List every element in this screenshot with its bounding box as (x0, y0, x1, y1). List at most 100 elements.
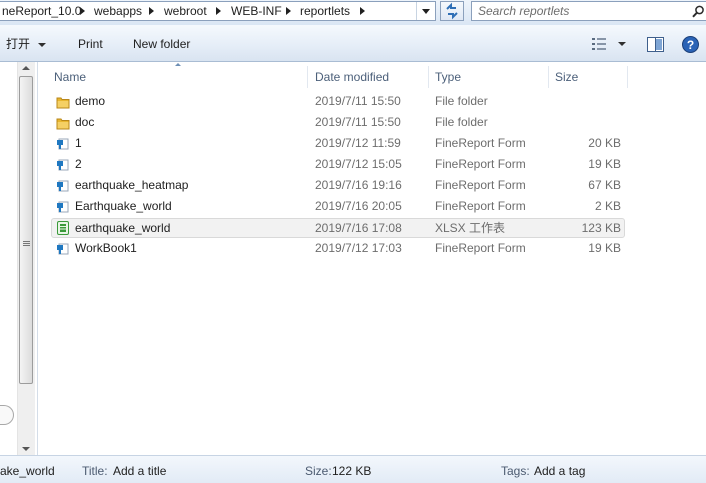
column-divider[interactable] (428, 66, 429, 88)
list-item[interactable]: Earthquake_world 2019/7/16 20:05 FineRep… (51, 197, 625, 217)
scroll-down-icon[interactable] (22, 447, 30, 451)
xlsx-file-icon (57, 221, 69, 235)
finereport-form-icon (57, 180, 69, 192)
file-size: 2 KB (594, 199, 621, 213)
list-item[interactable]: doc 2019/7/11 15:50 File folder (51, 113, 625, 133)
file-list: Name Date modified Type Size demo 2019/7… (38, 62, 706, 455)
breadcrumb[interactable]: neReport_10.0 webapps webroot WEB-INF re… (0, 1, 436, 21)
breadcrumb-item[interactable]: reportlets (300, 4, 350, 19)
file-date: 2019/7/11 15:50 (315, 115, 401, 129)
file-name: WorkBook1 (75, 241, 137, 255)
breadcrumb-item[interactable]: WEB-INF (231, 4, 282, 19)
file-name: doc (75, 115, 95, 129)
column-header-date[interactable]: Date modified (315, 66, 389, 88)
column-header-name[interactable]: Name (54, 66, 86, 88)
search-input[interactable] (478, 4, 678, 18)
list-item[interactable]: 1 2019/7/12 11:59 FineReport Form 20 KB (51, 134, 625, 154)
details-size-value: 122 KB (332, 464, 372, 478)
file-name: demo (75, 94, 106, 108)
file-size: 123 KB (581, 221, 621, 235)
column-header-size[interactable]: Size (555, 66, 578, 88)
breadcrumb-item[interactable]: neReport_10.0 (2, 4, 81, 19)
column-divider[interactable] (548, 66, 549, 88)
sort-ascending-icon (175, 63, 181, 66)
help-icon[interactable]: ? (682, 36, 699, 53)
file-type: File folder (435, 115, 488, 129)
file-size: 19 KB (588, 241, 621, 255)
file-date: 2019/7/12 15:05 (315, 157, 402, 171)
file-date: 2019/7/12 11:59 (315, 136, 401, 150)
file-date: 2019/7/16 17:08 (315, 221, 402, 235)
breadcrumb-chevron-icon[interactable] (360, 7, 365, 15)
refresh-button[interactable] (440, 1, 464, 21)
file-type: FineReport Form (435, 157, 526, 171)
grip-icon (23, 241, 30, 242)
list-item[interactable]: earthquake_heatmap 2019/7/16 19:16 FineR… (51, 176, 625, 196)
preview-pane-icon[interactable] (647, 37, 664, 52)
search-icon[interactable] (692, 5, 705, 18)
file-date: 2019/7/12 17:03 (315, 241, 402, 255)
file-type: FineReport Form (435, 178, 526, 192)
grip-icon (23, 243, 30, 244)
details-pane: ake_world Title: Add a title Size: 122 K… (0, 455, 706, 483)
breadcrumb-item[interactable]: webapps (94, 4, 142, 19)
breadcrumb-chevron-icon[interactable] (80, 7, 85, 15)
file-type: File folder (435, 94, 488, 108)
file-type: FineReport Form (435, 199, 526, 213)
view-dropdown-chevron-icon[interactable] (618, 42, 626, 46)
file-date: 2019/7/16 20:05 (315, 199, 402, 213)
details-size-label: Size: (305, 464, 332, 478)
folder-icon (56, 118, 70, 130)
new-folder-button[interactable]: New folder (133, 37, 190, 52)
details-title-label: Title: (82, 464, 108, 478)
folder-icon (56, 97, 70, 109)
list-item[interactable]: demo 2019/7/11 15:50 File folder (51, 92, 625, 112)
breadcrumb-chevron-icon[interactable] (149, 7, 154, 15)
scroll-up-icon[interactable] (22, 66, 30, 70)
file-type: FineReport Form (435, 241, 526, 255)
file-date: 2019/7/16 19:16 (315, 178, 402, 192)
file-date: 2019/7/11 15:50 (315, 94, 401, 108)
file-name: Earthquake_world (75, 199, 172, 213)
view-options-icon[interactable] (592, 38, 608, 50)
navigation-scrollbar[interactable] (17, 62, 35, 455)
address-dropdown-button[interactable] (416, 2, 436, 20)
file-size: 19 KB (588, 157, 621, 171)
file-name: 1 (75, 136, 82, 150)
list-item[interactable]: 2 2019/7/12 15:05 FineReport Form 19 KB (51, 155, 625, 175)
column-divider[interactable] (627, 66, 628, 88)
breadcrumb-chevron-icon[interactable] (216, 7, 221, 15)
file-type: FineReport Form (435, 136, 526, 150)
details-tags-label: Tags: (501, 464, 530, 478)
breadcrumb-item[interactable]: webroot (164, 4, 207, 19)
scrollbar-thumb[interactable] (19, 76, 33, 384)
open-button[interactable]: 打开 (6, 37, 30, 52)
file-type: XLSX 工作表 (435, 221, 506, 235)
file-size: 20 KB (588, 136, 621, 150)
details-tags-field[interactable]: Add a tag (534, 464, 585, 479)
details-title-field[interactable]: Add a title (113, 464, 166, 479)
finereport-form-icon (57, 243, 69, 255)
svg-text:?: ? (687, 38, 694, 52)
file-size (551, 113, 621, 133)
command-bar: 打开 Print New folder ? (0, 25, 706, 62)
list-item[interactable]: WorkBook1 2019/7/12 17:03 FineReport For… (51, 239, 625, 259)
file-name: 2 (75, 157, 82, 171)
search-box[interactable] (471, 1, 706, 21)
address-bar: neReport_10.0 webapps webroot WEB-INF re… (0, 0, 706, 25)
open-dropdown-chevron-icon[interactable] (38, 43, 46, 47)
refresh-icon (446, 2, 458, 20)
list-item-selected[interactable]: earthquake_world 2019/7/16 17:08 XLSX 工作… (51, 218, 625, 238)
print-button[interactable]: Print (78, 37, 103, 52)
finereport-form-icon (57, 138, 69, 150)
breadcrumb-chevron-icon[interactable] (286, 7, 291, 15)
details-filename: ake_world (0, 464, 55, 478)
file-size (551, 92, 621, 112)
column-divider[interactable] (307, 66, 308, 88)
chevron-down-icon (422, 9, 430, 14)
finereport-form-icon (57, 159, 69, 171)
file-size: 67 KB (588, 178, 621, 192)
column-header-type[interactable]: Type (435, 66, 461, 88)
grip-icon (23, 245, 30, 246)
file-name: earthquake_world (75, 221, 171, 235)
